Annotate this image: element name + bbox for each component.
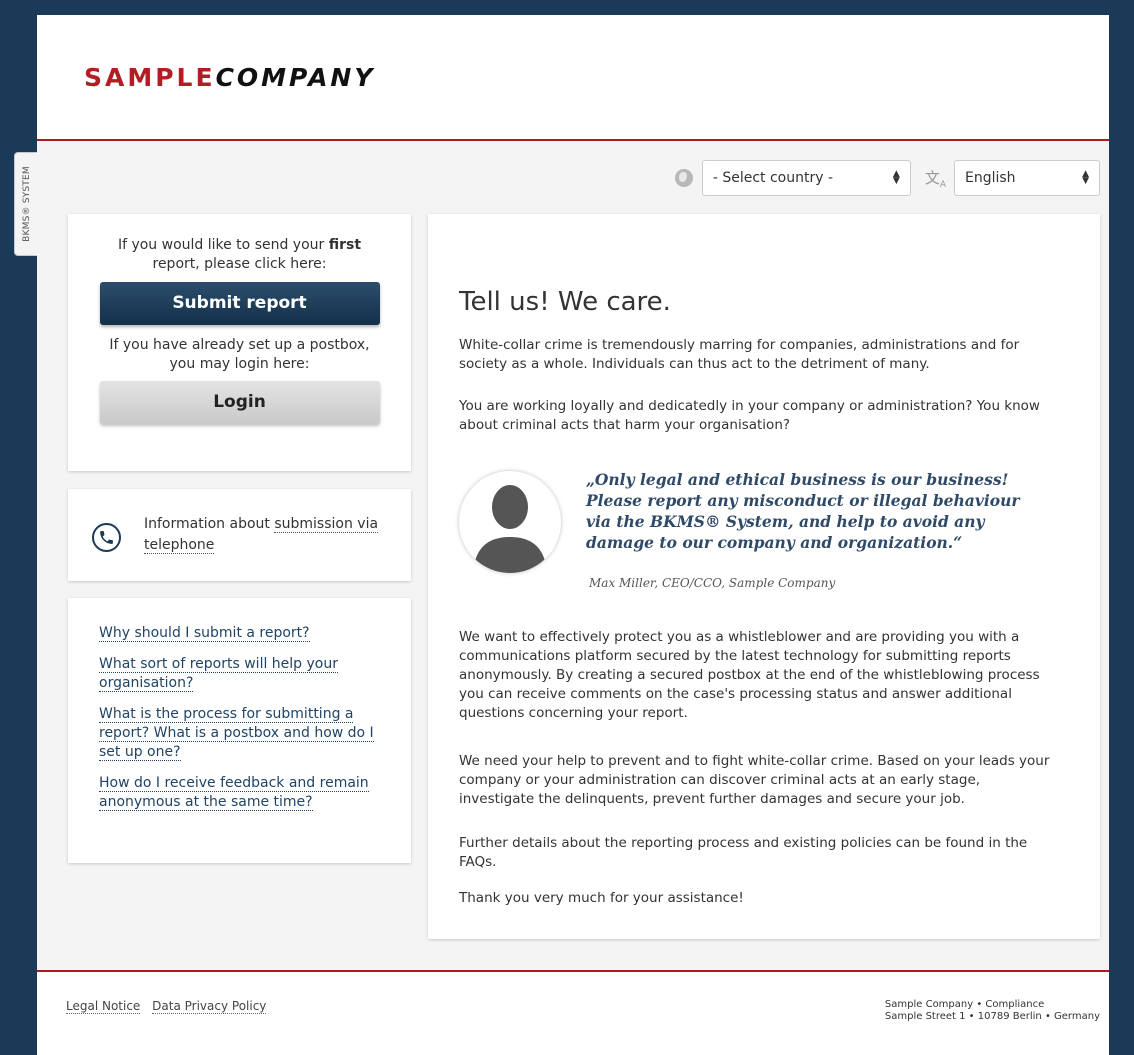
- body-paragraph-3: We want to effectively protect you as a …: [459, 629, 1040, 721]
- intro-paragraph-1: White-collar crime is tremendously marri…: [459, 337, 1020, 372]
- quote-author: Max Miller, CEO/CCO, Sample Company: [589, 576, 836, 590]
- country-select[interactable]: - Select country - ▲ ▼: [701, 160, 911, 196]
- faq-link-sort-of-reports[interactable]: What sort of reports will help your orga…: [99, 655, 381, 693]
- submit-intro-text: If you would like to send your: [117, 237, 325, 253]
- logo-part-2: COMPANY: [215, 63, 376, 92]
- language-select[interactable]: English ▲ ▼: [954, 160, 1100, 196]
- footer-links: Legal Notice Data Privacy Policy: [66, 999, 274, 1014]
- faq-card: Why should I submit a report? What sort …: [68, 598, 411, 863]
- submit-intro-bold: first: [328, 237, 362, 253]
- footer-address-line-1: Sample Company • Compliance: [884, 999, 1045, 1010]
- country-select-value: - Select country -: [712, 170, 833, 186]
- header: SAMPLECOMPANY: [37, 15, 1109, 141]
- company-logo: SAMPLECOMPANY: [84, 63, 375, 92]
- footer-address-line-2: Sample Street 1 • 10789 Berlin • Germany: [884, 1011, 1100, 1022]
- footer-address: Sample Company • Compliance Sample Stree…: [885, 999, 1100, 1023]
- faq-link-process-postbox[interactable]: What is the process for submitting a rep…: [99, 705, 381, 762]
- phone-info-text: Information about: [144, 516, 270, 532]
- data-privacy-policy-link[interactable]: Data Privacy Policy: [152, 999, 267, 1014]
- select-arrows-icon: ▲ ▼: [1082, 169, 1089, 186]
- submit-card: If you would like to send your first rep…: [68, 214, 411, 471]
- body-paragraph-4: We need your help to prevent and to figh…: [459, 753, 1050, 807]
- main-content-card: Tell us! We care. White-collar crime is …: [428, 214, 1100, 939]
- intro-paragraph-2: You are working loyally and dedicatedly …: [459, 398, 1040, 433]
- faq-link-label: How do I receive feedback and remain ano…: [99, 775, 369, 811]
- top-strip: [0, 0, 1134, 15]
- select-arrows-icon: ▲ ▼: [892, 169, 900, 186]
- login-button[interactable]: Login: [99, 381, 380, 424]
- phone-info: Information about submission via telepho…: [144, 514, 384, 556]
- page-title: Tell us! We care.: [459, 287, 671, 317]
- body-paragraph-5: Further details about the reporting proc…: [459, 835, 1028, 870]
- phone-icon: [92, 523, 121, 552]
- submit-report-button[interactable]: Submit report: [99, 282, 380, 325]
- side-tab-label: BKMS® SYSTEM: [21, 166, 32, 242]
- side-tab-bkms-system[interactable]: BKMS® SYSTEM: [14, 152, 38, 256]
- faq-link-label: Why should I submit a report?: [99, 625, 310, 642]
- footer: Legal Notice Data Privacy Policy Sample …: [37, 970, 1109, 1055]
- login-intro: If you have already set up a postbox, yo…: [109, 337, 370, 372]
- body-paragraph-6: Thank you very much for your assistance!: [459, 890, 744, 906]
- page-frame: SAMPLECOMPANY - Select country - ▲ ▼ 文A E…: [37, 15, 1109, 1055]
- submit-intro: If you would like to send your first rep…: [100, 236, 380, 274]
- ceo-avatar: [459, 471, 561, 573]
- globe-icon: [674, 169, 693, 187]
- selectors-bar: - Select country - ▲ ▼ 文A English ▲ ▼: [674, 160, 1100, 196]
- faq-link-feedback-anonymous[interactable]: How do I receive feedback and remain ano…: [99, 774, 381, 812]
- language-select-value: English: [965, 170, 1016, 186]
- translate-icon: 文A: [924, 168, 946, 190]
- faq-link-label: What sort of reports will help your orga…: [99, 656, 338, 692]
- legal-notice-link[interactable]: Legal Notice: [66, 999, 141, 1014]
- submit-intro-text-2: report, please click here:: [152, 256, 327, 272]
- phone-card: Information about submission via telepho…: [68, 489, 411, 581]
- ceo-quote: „Only legal and ethical business is our …: [586, 470, 1020, 552]
- faq-link-label: What is the process for submitting a rep…: [99, 706, 374, 761]
- faq-link-why-submit[interactable]: Why should I submit a report?: [99, 624, 381, 643]
- logo-part-1: SAMPLE: [84, 63, 216, 92]
